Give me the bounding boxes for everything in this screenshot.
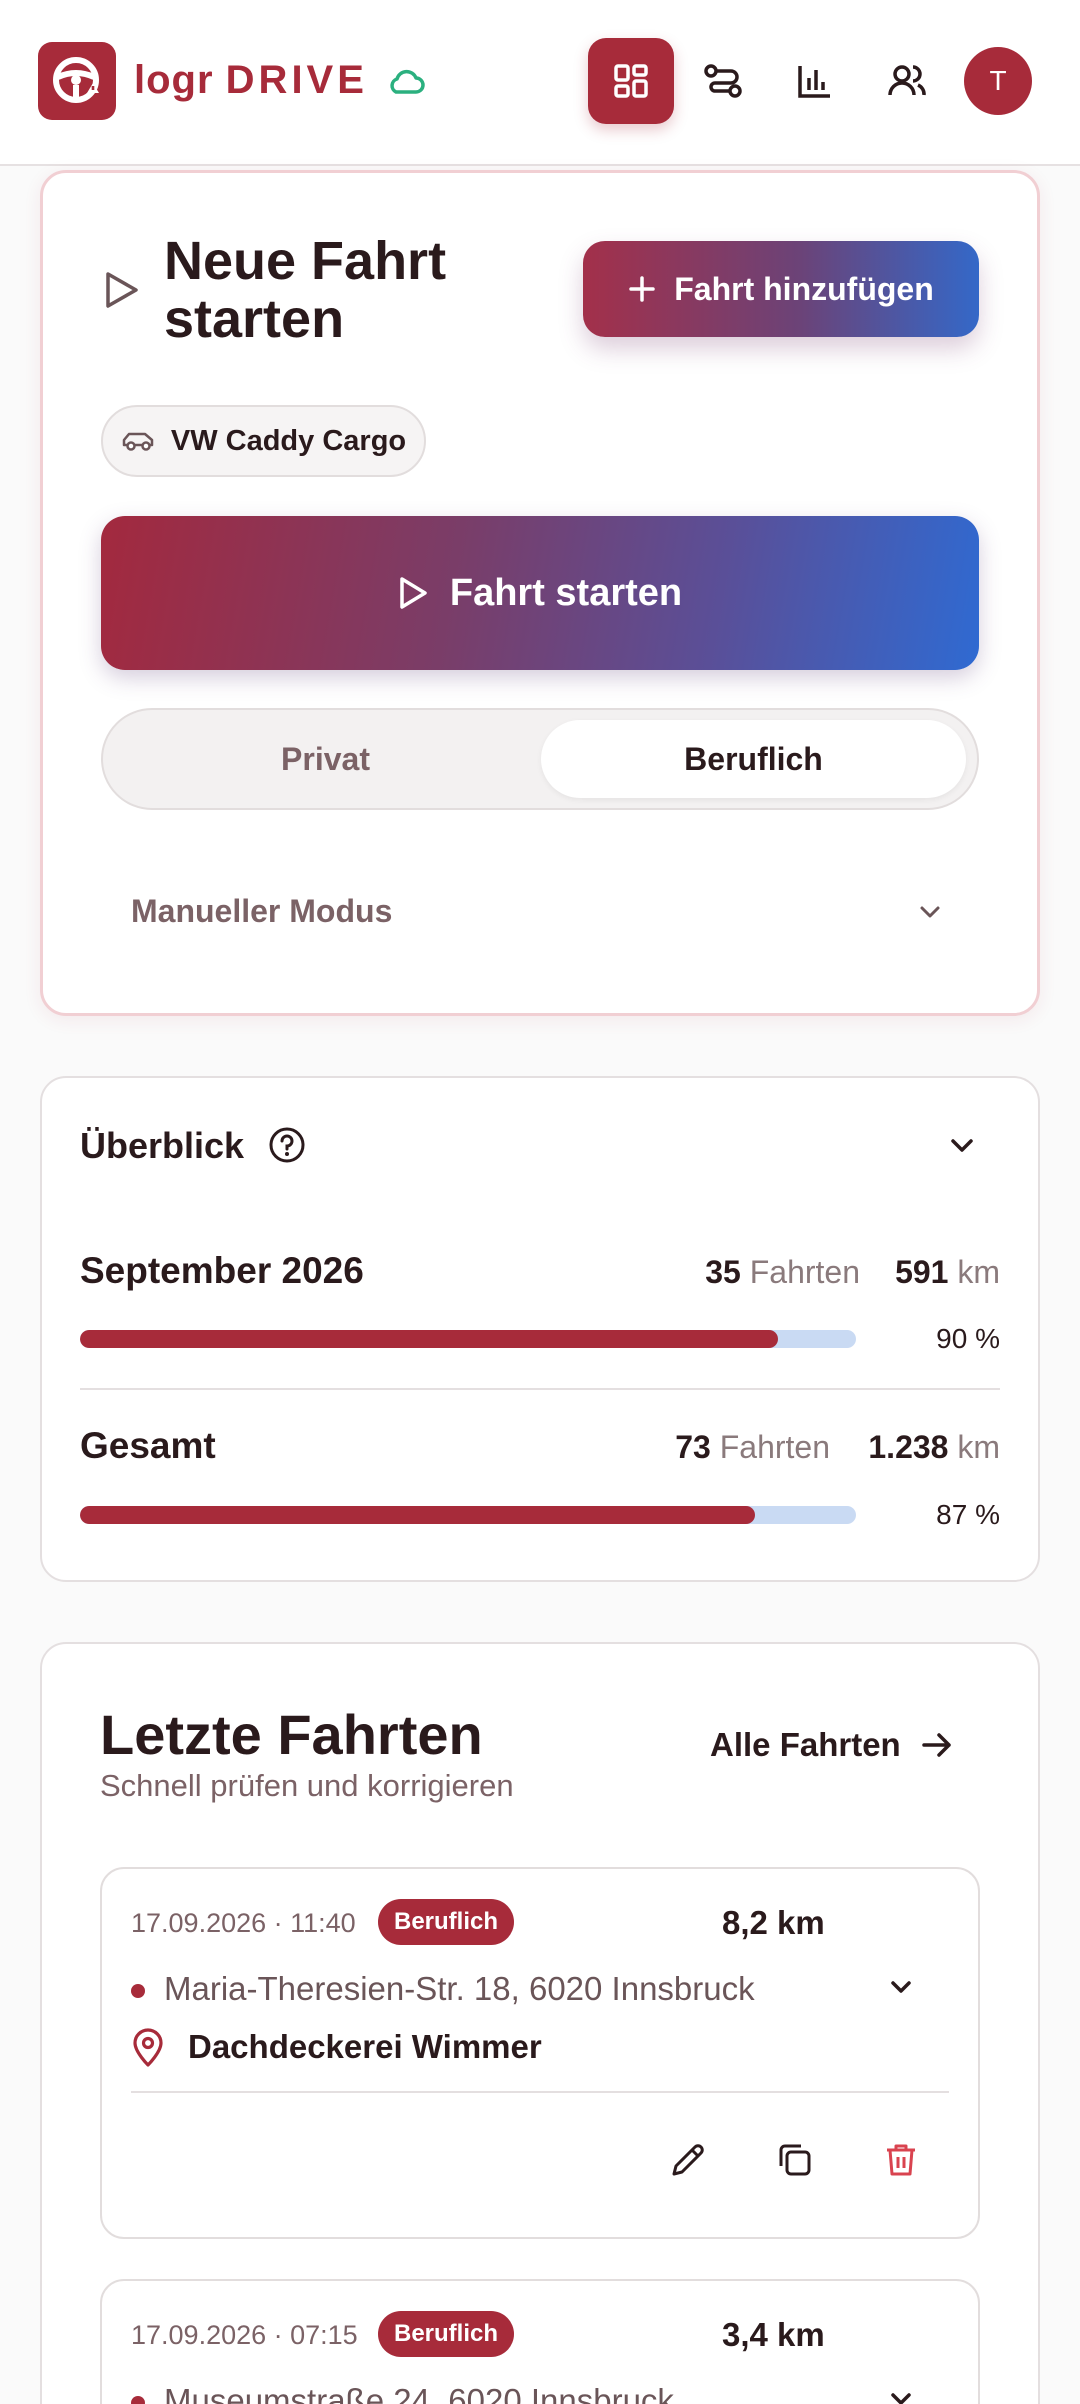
steering-wheel-icon <box>53 57 99 103</box>
brand-name: logr DRIVE <box>134 58 368 103</box>
brand-prefix: logr <box>134 58 214 102</box>
pencil-icon[interactable] <box>668 2140 708 2180</box>
trip-type-badge: Beruflich <box>378 2311 515 2357</box>
overview-total-label: Gesamt <box>80 1425 216 1466</box>
chevron-down-icon[interactable] <box>886 2384 916 2404</box>
route-icon <box>704 64 742 98</box>
recent-trips-subtitle: Schnell prüfen und korrigieren <box>100 1768 514 1803</box>
stats-icon <box>798 66 830 98</box>
add-trip-label: Fahrt hinzufügen <box>674 270 934 307</box>
mode-beruflich-option[interactable]: Beruflich <box>541 720 966 798</box>
month-km-stat: 591 km <box>870 1254 1000 1291</box>
start-trip-label: Fahrt starten <box>449 571 683 614</box>
help-icon[interactable] <box>268 1126 306 1164</box>
month-progress-fill <box>80 1330 779 1348</box>
plus-icon <box>629 276 655 302</box>
total-trips-unit: Fahrten <box>719 1429 830 1465</box>
nav-stats-button[interactable] <box>772 38 858 124</box>
total-km-unit: km <box>957 1429 1000 1465</box>
trip-datetime: 17.09.2026 · 07:15 <box>131 2320 358 2350</box>
brand-suffix: DRIVE <box>225 58 368 102</box>
overview-month-label: September 2026 <box>80 1250 364 1291</box>
trip-distance: 8,2 km <box>722 1904 825 1941</box>
recent-trips-title: Letzte Fahrten <box>100 1703 483 1766</box>
chevron-down-icon[interactable] <box>886 1972 916 2002</box>
month-trips-unit: Fahrten <box>749 1254 860 1290</box>
nav-dashboard-button[interactable] <box>588 38 674 124</box>
arrow-right-icon <box>921 1733 951 1757</box>
manual-mode-toggle[interactable]: Manueller Modus <box>131 893 392 930</box>
origin-dot <box>131 1984 145 1998</box>
location-pin-icon <box>133 2028 163 2067</box>
total-progress-bar <box>80 1506 856 1524</box>
dashboard-icon <box>614 64 648 98</box>
mode-privat-option[interactable]: Privat <box>113 720 538 798</box>
total-trips-stat: 73 Fahrten <box>610 1429 830 1466</box>
month-km-value: 591 <box>895 1254 949 1290</box>
total-percent: 87 % <box>936 1499 1000 1530</box>
total-km-stat: 1.238 km <box>840 1429 1000 1466</box>
trip-distance: 3,4 km <box>722 2316 825 2353</box>
trash-icon[interactable] <box>881 2140 921 2180</box>
total-km-value: 1.238 <box>868 1429 949 1465</box>
trip-divider <box>131 2091 949 2093</box>
play-icon <box>106 272 138 308</box>
start-trip-title: Neue Fahrt starten <box>164 231 447 349</box>
nav-routes-button[interactable] <box>680 38 766 124</box>
nav-users-button[interactable] <box>864 38 950 124</box>
trip-mode-toggle: Privat Beruflich <box>101 708 979 810</box>
all-trips-link[interactable]: Alle Fahrten <box>710 1726 953 1764</box>
cloud-sync-icon[interactable] <box>386 66 426 96</box>
month-trips-count: 35 <box>705 1254 741 1290</box>
origin-dot <box>131 2396 145 2404</box>
vehicle-name: VW Caddy Cargo <box>170 424 407 457</box>
month-progress-bar <box>80 1330 856 1348</box>
vehicle-chip[interactable]: VW Caddy Cargo <box>101 405 426 477</box>
chevron-down-icon[interactable] <box>916 898 944 926</box>
chevron-down-icon[interactable] <box>946 1130 978 1162</box>
user-avatar[interactable]: T <box>964 47 1032 115</box>
trip-datetime: 17.09.2026 · 11:40 <box>131 1908 356 1938</box>
copy-icon[interactable] <box>775 2140 815 2180</box>
overview-title: Überblick <box>80 1125 245 1166</box>
month-percent: 90 % <box>936 1323 1000 1354</box>
users-icon <box>888 65 926 96</box>
logo[interactable] <box>38 42 116 120</box>
trip-destination: Dachdeckerei Wimmer <box>188 2028 542 2065</box>
car-icon <box>122 432 154 451</box>
total-trips-count: 73 <box>675 1429 711 1465</box>
overview-divider <box>80 1388 1000 1390</box>
month-trips-stat: 35 Fahrten <box>640 1254 860 1291</box>
trip-origin: Museumstraße 24, 6020 Innsbruck <box>164 2382 674 2404</box>
start-trip-button[interactable]: Fahrt starten <box>101 516 979 670</box>
all-trips-label: Alle Fahrten <box>710 1726 901 1763</box>
app-header: logr DRIVE T <box>0 0 1080 166</box>
play-icon <box>400 577 427 609</box>
month-km-unit: km <box>957 1254 1000 1290</box>
trip-origin: Maria-Theresien-Str. 18, 6020 Innsbruck <box>164 1970 755 2007</box>
total-progress-fill <box>80 1506 756 1524</box>
add-trip-button[interactable]: Fahrt hinzufügen <box>583 241 979 337</box>
trip-type-badge: Beruflich <box>378 1899 515 1945</box>
